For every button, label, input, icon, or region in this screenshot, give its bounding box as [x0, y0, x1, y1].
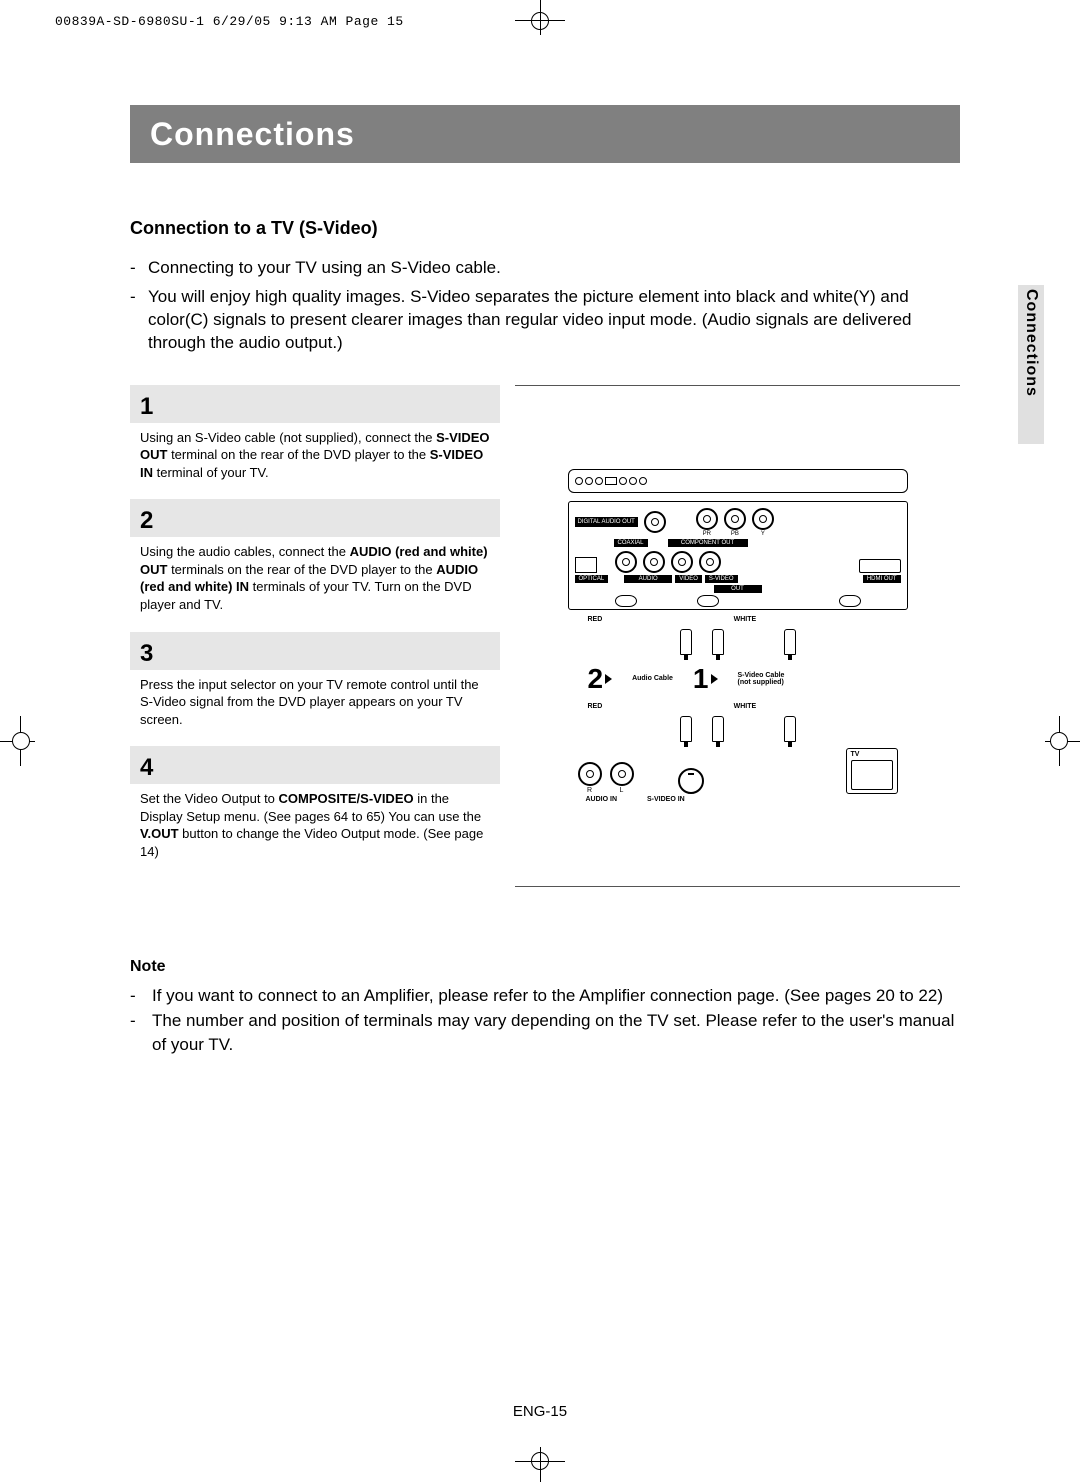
note-line: If you want to connect to an Amplifier, …: [152, 984, 943, 1009]
step-body: Press the input selector on your TV remo…: [130, 672, 500, 747]
crop-mark: [1050, 732, 1068, 750]
intro-text: -Connecting to your TV using an S-Video …: [130, 257, 960, 355]
triangle-icon: [605, 674, 612, 684]
rca-port-icon: [578, 762, 602, 786]
section-title: Connection to a TV (S-Video): [130, 218, 960, 239]
diagram-step-2: 2: [588, 663, 613, 695]
label-audio-cable: Audio Cable: [632, 675, 673, 682]
note-line: The number and position of terminals may…: [152, 1009, 960, 1058]
diagram-step-1: 1: [693, 663, 718, 695]
label-white: WHITE: [734, 616, 757, 623]
step-number: 4: [140, 754, 153, 781]
plug-icon: [784, 629, 796, 655]
plug-icon: [712, 629, 724, 655]
dvd-player-top: [568, 469, 908, 493]
step-body: Using an S-Video cable (not supplied), c…: [130, 425, 500, 500]
page-title: Connections: [150, 116, 355, 153]
note-title: Note: [130, 955, 960, 978]
label-svideo-in: S-VIDEO IN: [647, 796, 685, 803]
step-number: 3: [140, 640, 153, 667]
label-coaxial: COAXIAL: [614, 539, 648, 547]
label-white: WHITE: [734, 703, 757, 710]
connection-diagram: DIGITAL AUDIO OUT PR PB Y COAXIAL COMPON…: [568, 469, 908, 803]
label-component-out: COMPONENT OUT: [668, 539, 748, 547]
svideo-port-icon: [678, 768, 704, 794]
crop-mark: [12, 732, 30, 750]
label-audio: AUDIO: [624, 575, 672, 583]
diagram-panel: DIGITAL AUDIO OUT PR PB Y COAXIAL COMPON…: [515, 385, 960, 887]
page-title-bar: Connections: [130, 105, 960, 163]
step-number: 1: [140, 393, 153, 420]
tv-icon: TV: [846, 748, 898, 794]
label-optical: OPTICAL: [575, 575, 609, 583]
label-red: RED: [588, 616, 603, 623]
intro-line: You will enjoy high quality images. S-Vi…: [148, 286, 960, 355]
plug-icon: [784, 716, 796, 742]
plug-icon: [680, 716, 692, 742]
label-hdmi-out: HDMI OUT: [863, 575, 901, 583]
label-audio-in: AUDIO IN: [586, 796, 618, 803]
step-body: Set the Video Output to COMPOSITE/S-VIDE…: [130, 786, 500, 878]
step-header: 1: [130, 385, 500, 423]
side-tab: Connections: [1018, 285, 1044, 444]
step-body: Using the audio cables, connect the AUDI…: [130, 539, 500, 631]
step-header: 3: [130, 632, 500, 670]
side-tab-label: Connections: [1022, 289, 1040, 397]
label-svideo: S-VIDEO: [705, 575, 738, 583]
triangle-icon: [711, 674, 718, 684]
dvd-rear-panel: DIGITAL AUDIO OUT PR PB Y COAXIAL COMPON…: [568, 501, 908, 610]
note-block: Note -If you want to connect to an Ampli…: [130, 955, 960, 1058]
step-header: 2: [130, 499, 500, 537]
label-svideo-cable: S-Video Cable (not supplied): [738, 672, 798, 686]
plug-icon: [680, 629, 692, 655]
label-out: OUT: [714, 585, 762, 593]
label-video: VIDEO: [675, 575, 702, 583]
step-header: 4: [130, 746, 500, 784]
crop-mark: [531, 12, 549, 30]
label-digital-audio-out: DIGITAL AUDIO OUT: [575, 517, 638, 527]
crop-mark: [531, 1452, 549, 1470]
steps-column: 1 Using an S-Video cable (not supplied),…: [130, 385, 500, 887]
step-number: 2: [140, 507, 153, 534]
plug-icon: [712, 716, 724, 742]
rca-port-icon: [610, 762, 634, 786]
page-number: ENG-15: [513, 1403, 567, 1420]
label-red: RED: [588, 703, 603, 710]
intro-line: Connecting to your TV using an S-Video c…: [148, 257, 501, 280]
